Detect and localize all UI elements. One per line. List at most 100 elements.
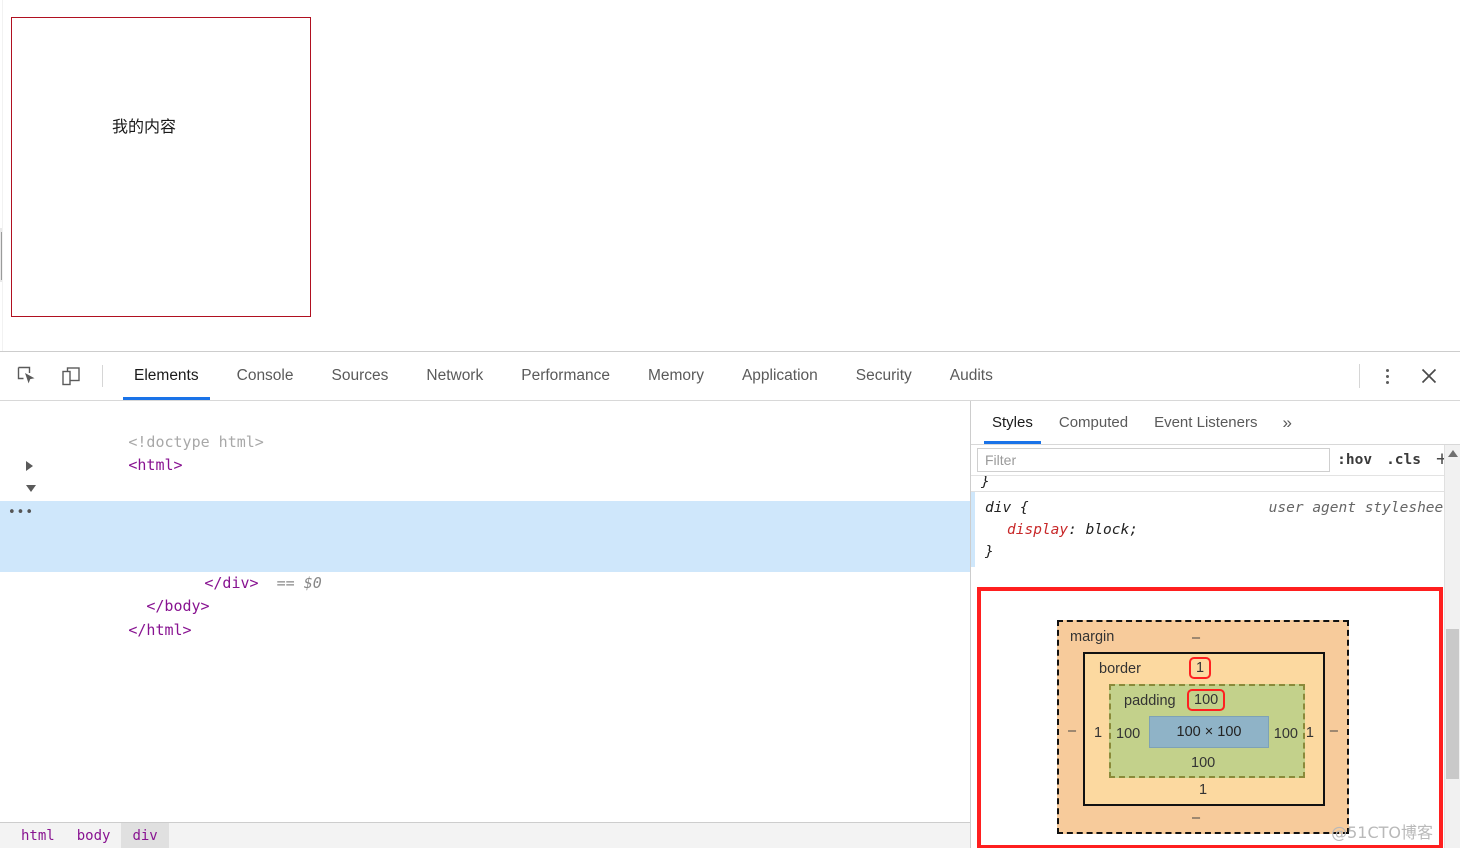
tab-memory-label: Memory <box>647 367 704 384</box>
device-toolbar-icon[interactable] <box>54 361 88 391</box>
tab-performance[interactable]: Performance <box>502 352 629 400</box>
tab-security[interactable]: Security <box>837 352 931 400</box>
box-model-diagram: margin – – – – border 1 1 1 1 padding 10… <box>977 587 1443 848</box>
devtools-body: <!doctype html> <html> <head lang="en">…… <box>0 401 1460 848</box>
breadcrumb-item-body[interactable]: body <box>66 823 122 848</box>
inspect-element-icon[interactable] <box>10 361 44 391</box>
border-top-value[interactable]: 1 <box>1189 657 1212 679</box>
browser-viewport: 我的内容 <box>0 0 1460 351</box>
dom-row-html-open[interactable]: <html> <box>0 431 970 474</box>
dom-row-div-open[interactable]: ••• <div> <box>0 501 970 568</box>
padding-bottom-value[interactable]: 100 <box>1191 755 1215 771</box>
partial-rule-close: } <box>971 476 1460 492</box>
tab-audits[interactable]: Audits <box>931 352 1012 400</box>
box-model-border-label: border <box>1099 661 1141 677</box>
tab-network[interactable]: Network <box>407 352 502 400</box>
tab-network-label: Network <box>426 367 484 384</box>
dom-row-div-close[interactable]: </div> == $0 <box>0 548 970 592</box>
tab-security-label: Security <box>855 367 912 384</box>
tab-elements[interactable]: Elements <box>115 352 218 400</box>
screenshot-root: 我的内容 Elements Console Sources Network Pe… <box>0 0 1460 848</box>
margin-top-value[interactable]: – <box>1192 630 1200 646</box>
devtools-toolbar: Elements Console Sources Network Perform… <box>0 352 1460 401</box>
styles-scrollbar-thumb[interactable] <box>1446 629 1459 779</box>
tab-computed[interactable]: Computed <box>1046 401 1141 444</box>
scroll-up-arrow-icon[interactable] <box>1448 450 1458 457</box>
box-model-content[interactable]: 100 × 100 <box>1149 716 1269 748</box>
style-rule-header: div { user agent stylesheet <box>985 497 1460 519</box>
style-property-value[interactable]: block; <box>1077 522 1138 538</box>
devtools-tab-list: Elements Console Sources Network Perform… <box>115 352 1012 400</box>
tab-styles[interactable]: Styles <box>979 401 1046 444</box>
dom-row-body-close[interactable]: </body> <box>0 572 970 615</box>
page-scrollbar[interactable] <box>0 0 3 351</box>
more-options-icon[interactable] <box>1374 362 1400 390</box>
page-scrollbar-thumb[interactable] <box>1 232 2 280</box>
tab-elements-label: Elements <box>134 367 199 384</box>
style-rule-close: } <box>985 544 994 560</box>
tab-application-label: Application <box>741 367 818 384</box>
toolbar-divider-right <box>1359 364 1360 388</box>
padding-top-value[interactable]: 100 <box>1187 689 1226 711</box>
dom-row-body-open[interactable]: <body> <box>0 478 970 545</box>
tab-console[interactable]: Console <box>218 352 313 400</box>
tab-event-listeners-label: Event Listeners <box>1154 414 1258 431</box>
tab-sources-label: Sources <box>331 367 389 384</box>
breadcrumb-item-div[interactable]: div <box>121 823 169 848</box>
tab-audits-label: Audits <box>949 367 993 384</box>
box-model-margin-label: margin <box>1070 629 1115 645</box>
styles-tab-list: Styles Computed Event Listeners » <box>971 401 1460 445</box>
margin-left-value[interactable]: – <box>1068 723 1076 739</box>
inspected-div[interactable]: 我的内容 <box>11 17 311 317</box>
more-tabs-icon[interactable]: » <box>1270 413 1303 433</box>
inspected-div-text: 我的内容 <box>112 117 177 136</box>
tab-console-label: Console <box>236 367 294 384</box>
dom-tree-pane: <!doctype html> <html> <head lang="en">…… <box>0 401 971 848</box>
breadcrumb-item-html[interactable]: html <box>10 823 66 848</box>
breadcrumb: html body div <box>0 822 970 848</box>
padding-left-value[interactable]: 100 <box>1116 726 1140 742</box>
border-right-value[interactable]: 1 <box>1306 725 1314 741</box>
style-rule-div[interactable]: div { user agent stylesheet display: blo… <box>971 492 1460 567</box>
tab-application[interactable]: Application <box>723 352 837 400</box>
tab-memory[interactable]: Memory <box>629 352 723 400</box>
toolbar-right-group <box>1359 361 1460 391</box>
dom-row-div-text[interactable]: 我的内容 <box>0 524 970 568</box>
dom-row-doctype[interactable]: <!doctype html> <box>0 407 970 451</box>
styles-filter-input[interactable] <box>977 448 1331 472</box>
box-model-padding-label: padding <box>1124 693 1176 709</box>
style-rule-selector[interactable]: div { <box>985 497 1029 519</box>
styles-rules-list: } div { user agent stylesheet display: b… <box>971 476 1460 596</box>
dom-row-html-close[interactable]: </html> <box>0 595 970 639</box>
box-model-margin[interactable]: margin – – – – border 1 1 1 1 padding 10… <box>1057 620 1349 834</box>
class-editor-button[interactable]: .cls <box>1379 452 1428 468</box>
border-left-value[interactable]: 1 <box>1094 725 1102 741</box>
box-model-padding[interactable]: padding 100 100 100 100 100 × 100 <box>1109 684 1305 778</box>
tab-event-listeners[interactable]: Event Listeners <box>1141 401 1270 444</box>
watermark: @51CTO博客 <box>1331 823 1433 842</box>
tab-styles-label: Styles <box>992 414 1033 431</box>
styles-pane: Styles Computed Event Listeners » :hov .… <box>971 401 1460 848</box>
dom-row-head[interactable]: <head lang="en">…</head> <box>0 454 970 521</box>
close-icon[interactable] <box>1412 361 1446 391</box>
padding-right-value[interactable]: 100 <box>1274 726 1298 742</box>
tab-computed-label: Computed <box>1058 414 1129 431</box>
chevron-down-icon[interactable] <box>26 484 36 492</box>
style-property-name[interactable]: display <box>1007 522 1068 538</box>
hover-state-button[interactable]: :hov <box>1330 452 1379 468</box>
styles-scrollbar[interactable] <box>1444 445 1460 848</box>
dom-tree: <!doctype html> <html> <head lang="en">…… <box>0 407 970 639</box>
border-bottom-value[interactable]: 1 <box>1199 782 1207 798</box>
devtools-window: Elements Console Sources Network Perform… <box>0 351 1460 848</box>
expand-dots-icon[interactable]: ••• <box>8 506 34 519</box>
style-rule-origin: user agent stylesheet <box>1268 500 1452 516</box>
margin-right-value[interactable]: – <box>1330 723 1338 739</box>
chevron-right-icon[interactable] <box>26 461 33 471</box>
tab-performance-label: Performance <box>521 367 610 384</box>
margin-bottom-value[interactable]: – <box>1192 810 1200 826</box>
html-close-tag: </html> <box>128 620 192 639</box>
box-model-border[interactable]: border 1 1 1 1 padding 100 100 100 100 1… <box>1083 652 1325 806</box>
style-declaration[interactable]: display: block; <box>985 519 1460 541</box>
tab-sources[interactable]: Sources <box>313 352 408 400</box>
styles-filter-bar: :hov .cls + <box>971 445 1460 476</box>
